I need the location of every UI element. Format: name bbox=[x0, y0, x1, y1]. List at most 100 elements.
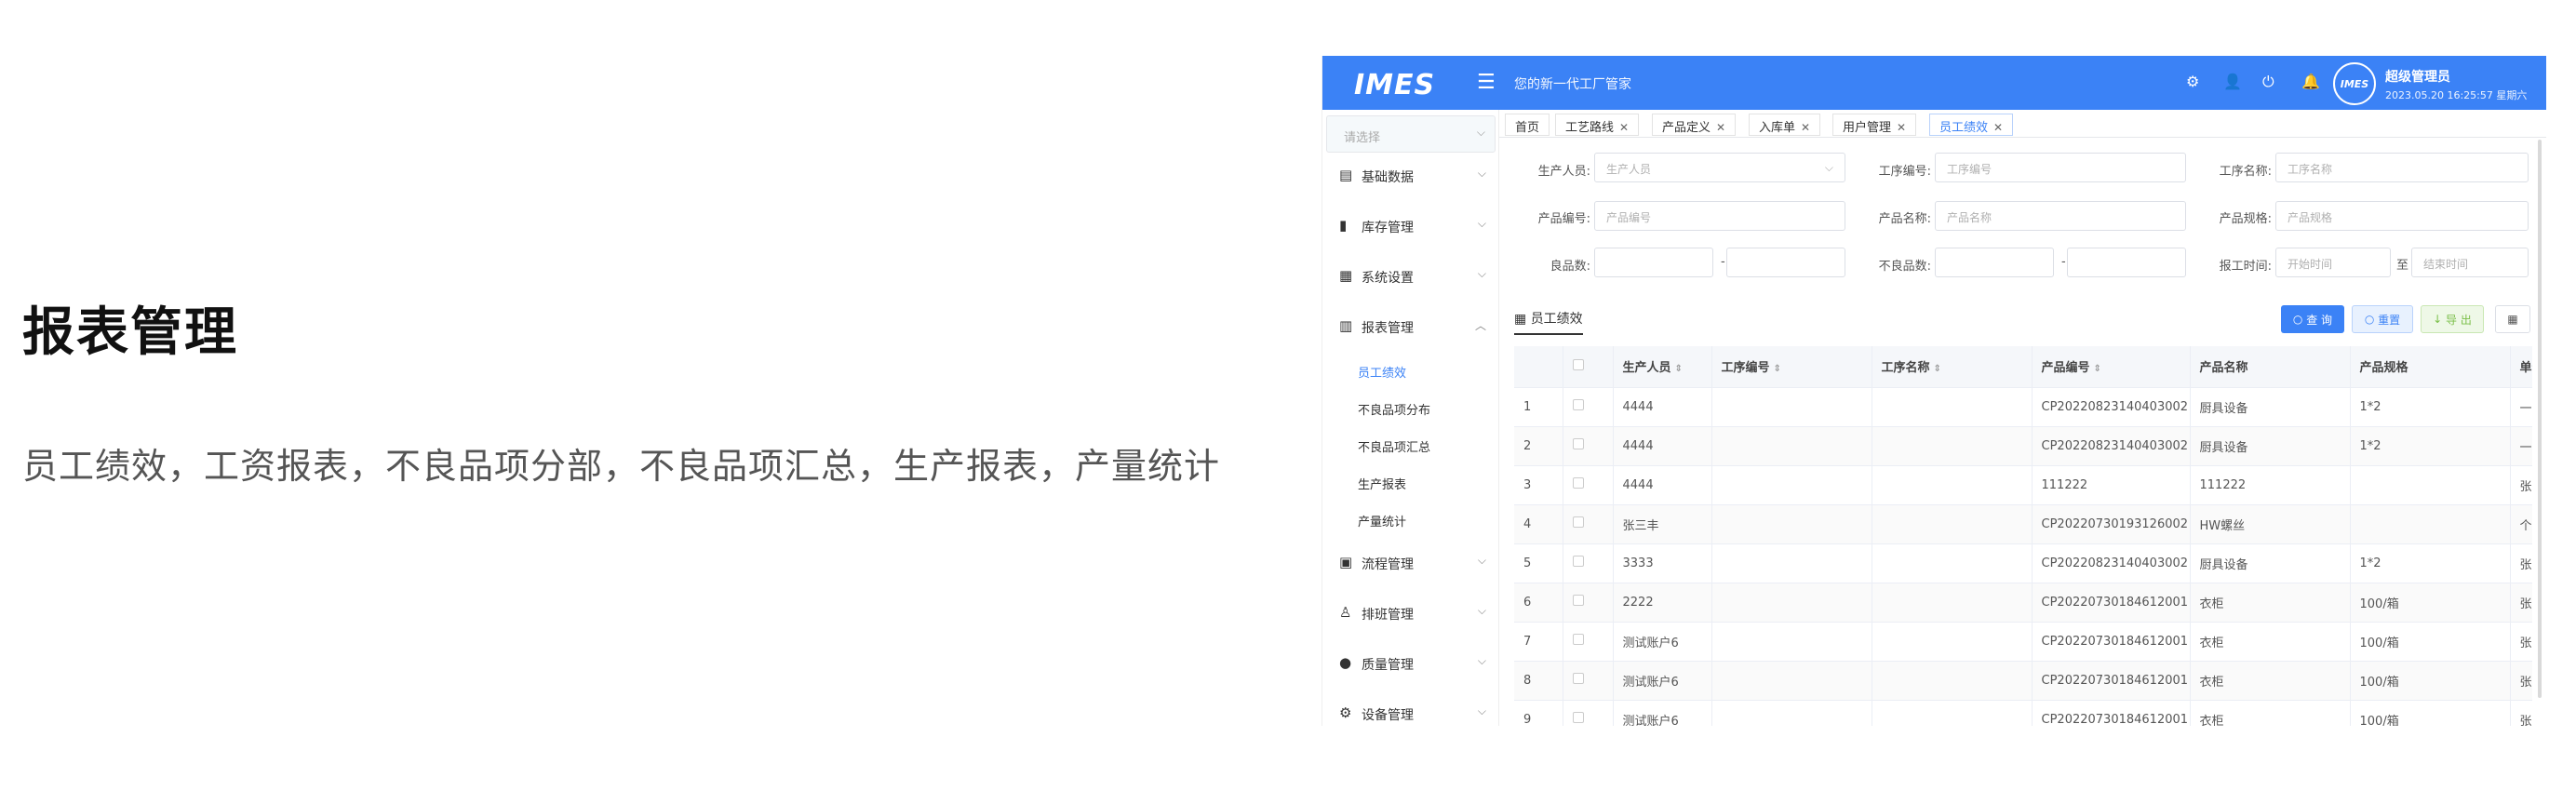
cell-process-name bbox=[1872, 583, 2033, 623]
settings-icon[interactable]: ⚙ bbox=[2186, 73, 2199, 90]
sidebar-item-equipment[interactable]: ⚙ 设备管理 ⌵ bbox=[1322, 694, 1499, 726]
download-icon: ↓ bbox=[2433, 313, 2443, 326]
bell-icon[interactable]: 🔔 bbox=[2301, 73, 2320, 90]
table-row[interactable]: 8 测试账户6 CP20220730184612001 衣柜 100/箱 张 bbox=[1514, 661, 2532, 701]
table-row[interactable]: 3 4444 111222 111222 张 bbox=[1514, 465, 2532, 505]
tab-process-route[interactable]: 工艺路线 ✕ bbox=[1555, 114, 1640, 136]
row-checkbox[interactable] bbox=[1572, 595, 1584, 606]
sidebar-subitem-output-stats[interactable]: 产量统计 bbox=[1358, 512, 1406, 530]
row-checkbox[interactable] bbox=[1572, 556, 1584, 567]
tab-inbound-order[interactable]: 入库单 ✕ bbox=[1749, 114, 1821, 136]
end-time-input[interactable]: 结束时间 bbox=[2411, 248, 2529, 277]
cell-producer: 4444 bbox=[1613, 426, 1712, 466]
close-icon[interactable]: ✕ bbox=[1897, 121, 1906, 134]
table-row[interactable]: 6 2222 CP20220730184612001 衣柜 100/箱 张 bbox=[1514, 583, 2532, 623]
column-header-product-no[interactable]: 产品编号 ⇕ bbox=[2032, 346, 2191, 388]
sidebar-item-label: 基础数据 bbox=[1362, 170, 1414, 185]
reset-button-label: 重置 bbox=[2378, 313, 2401, 327]
row-checkbox[interactable] bbox=[1572, 712, 1584, 723]
column-header-producer[interactable]: 生产人员 ⇕ bbox=[1613, 346, 1712, 388]
product-spec-input[interactable]: 产品规格 bbox=[2275, 201, 2529, 231]
row-checkbox[interactable] bbox=[1572, 673, 1584, 684]
row-checkbox-cell[interactable] bbox=[1563, 622, 1614, 662]
row-checkbox[interactable] bbox=[1572, 477, 1584, 489]
column-header-select[interactable] bbox=[1563, 346, 1614, 388]
row-checkbox[interactable] bbox=[1572, 634, 1584, 645]
column-header-process-name[interactable]: 工序名称 ⇕ bbox=[1872, 346, 2033, 388]
good-count-min-input[interactable] bbox=[1594, 248, 1713, 277]
row-checkbox-cell[interactable] bbox=[1563, 387, 1614, 427]
table-row[interactable]: 1 4444 CP20220823140403002 厨具设备 1*2 一套 bbox=[1514, 387, 2532, 427]
row-checkbox-cell[interactable] bbox=[1563, 504, 1614, 544]
sidebar-subitem-defect-distribution[interactable]: 不良品项分布 bbox=[1358, 400, 1430, 418]
reset-button[interactable]: ○ 重置 bbox=[2352, 305, 2413, 333]
table-row[interactable]: 5 3333 CP20220823140403002 厨具设备 1*2 张 bbox=[1514, 543, 2532, 583]
select-all-checkbox[interactable] bbox=[1572, 358, 1584, 370]
sidebar-item-scheduling[interactable]: ♙ 排班管理 ⌵ bbox=[1322, 594, 1499, 631]
sidebar-item-process[interactable]: ▣ 流程管理 ⌵ bbox=[1322, 543, 1499, 581]
row-checkbox-cell[interactable] bbox=[1563, 583, 1614, 623]
cell-product-spec: 1*2 bbox=[2350, 426, 2511, 466]
process-no-label: 工序编号: bbox=[1878, 165, 1931, 179]
close-icon[interactable]: ✕ bbox=[1716, 121, 1725, 134]
sidebar-subitem-production-report[interactable]: 生产报表 bbox=[1358, 475, 1406, 492]
table-row[interactable]: 9 测试账户6 CP20220730184612001 衣柜 100/箱 张 bbox=[1514, 700, 2532, 726]
product-no-input[interactable]: 产品编号 bbox=[1594, 201, 1845, 231]
export-button[interactable]: ↓ 导 出 bbox=[2421, 305, 2484, 333]
sidebar-item-system-settings[interactable]: ▦ 系统设置 ⌵ bbox=[1322, 257, 1499, 294]
power-icon[interactable]: ⏻ bbox=[2262, 73, 2274, 91]
sidebar-subitem-employee-performance[interactable]: 员工绩效 bbox=[1358, 363, 1406, 381]
tab-employee-performance[interactable]: 员工绩效 ✕ bbox=[1929, 114, 2014, 136]
sidebar-item-reports[interactable]: ▥ 报表管理 ︿ bbox=[1322, 307, 1499, 344]
table-row[interactable]: 7 测试账户6 CP20220730184612001 衣柜 100/箱 张 bbox=[1514, 622, 2532, 662]
row-checkbox-cell[interactable] bbox=[1563, 700, 1614, 726]
table-row[interactable]: 4 张三丰 CP20220730193126002 HW螺丝 个 bbox=[1514, 504, 2532, 544]
chevron-down-icon: ⌵ bbox=[1477, 704, 1486, 717]
column-settings-button[interactable]: ▦ bbox=[2495, 305, 2530, 333]
good-count-max-input[interactable] bbox=[1726, 248, 1845, 277]
sidebar-item-inventory[interactable]: ▮ 库存管理 ⌵ bbox=[1322, 207, 1499, 244]
sidebar-select[interactable]: 请选择 ⌵ bbox=[1326, 115, 1496, 153]
row-checkbox-cell[interactable] bbox=[1563, 543, 1614, 583]
cell-process-name bbox=[1872, 465, 2033, 505]
product-name-input[interactable]: 产品名称 bbox=[1935, 201, 2186, 231]
scrollbar[interactable] bbox=[2538, 140, 2542, 698]
close-icon[interactable]: ✕ bbox=[1801, 121, 1810, 134]
row-checkbox-cell[interactable] bbox=[1563, 465, 1614, 505]
process-name-input[interactable]: 工序名称 bbox=[2275, 153, 2529, 182]
close-icon[interactable]: ✕ bbox=[1619, 121, 1629, 134]
row-checkbox[interactable] bbox=[1572, 399, 1584, 410]
close-icon[interactable]: ✕ bbox=[1993, 121, 2003, 134]
menu-toggle-icon[interactable]: ☰ bbox=[1477, 71, 1496, 94]
sort-icon[interactable]: ⇕ bbox=[1774, 364, 1781, 374]
tab-user-management[interactable]: 用户管理 ✕ bbox=[1832, 114, 1917, 136]
cell-producer: 2222 bbox=[1613, 583, 1712, 623]
tab-home[interactable]: 首页 bbox=[1505, 114, 1550, 136]
process-no-input[interactable]: 工序编号 bbox=[1935, 153, 2186, 182]
process-name-label: 工序名称: bbox=[2219, 165, 2272, 179]
producer-select[interactable]: 生产人员 ⌵ bbox=[1594, 153, 1845, 182]
start-time-input[interactable]: 开始时间 bbox=[2275, 248, 2391, 277]
row-checkbox-cell[interactable] bbox=[1563, 426, 1614, 466]
sort-icon[interactable]: ⇕ bbox=[1675, 364, 1683, 374]
row-checkbox[interactable] bbox=[1572, 438, 1584, 449]
table-row[interactable]: 2 4444 CP20220823140403002 厨具设备 1*2 一套 bbox=[1514, 426, 2532, 466]
cell-product-spec: 100/箱 bbox=[2350, 622, 2511, 662]
column-header-process-no[interactable]: 工序编号 ⇕ bbox=[1711, 346, 1872, 388]
sidebar-item-quality[interactable]: ● 质量管理 ⌵ bbox=[1322, 644, 1499, 681]
tab-product-definition[interactable]: 产品定义 ✕ bbox=[1652, 114, 1737, 136]
sort-icon[interactable]: ⇕ bbox=[1934, 364, 1941, 374]
sort-icon[interactable]: ⇕ bbox=[2094, 364, 2101, 374]
sidebar-subitem-defect-summary[interactable]: 不良品项汇总 bbox=[1358, 437, 1430, 455]
cell-product-no: CP20220730184612001 bbox=[2032, 583, 2191, 623]
user-icon[interactable]: 👤 bbox=[2223, 73, 2242, 90]
row-checkbox[interactable] bbox=[1572, 516, 1584, 528]
bad-count-max-input[interactable] bbox=[2067, 248, 2186, 277]
sidebar-item-basic-data[interactable]: ▤ 基础数据 ⌵ bbox=[1322, 156, 1499, 194]
query-button[interactable]: ○ 查 询 bbox=[2281, 305, 2344, 333]
avatar[interactable]: IMES bbox=[2333, 62, 2376, 105]
app-window: IMES ☰ 您的新一代工厂管家 ⚙ 👤 ⏻ 🔔 IMES 超级管理员 2023… bbox=[1322, 56, 2546, 726]
range-dash: - bbox=[2061, 255, 2066, 269]
bad-count-min-input[interactable] bbox=[1935, 248, 2054, 277]
row-checkbox-cell[interactable] bbox=[1563, 661, 1614, 701]
